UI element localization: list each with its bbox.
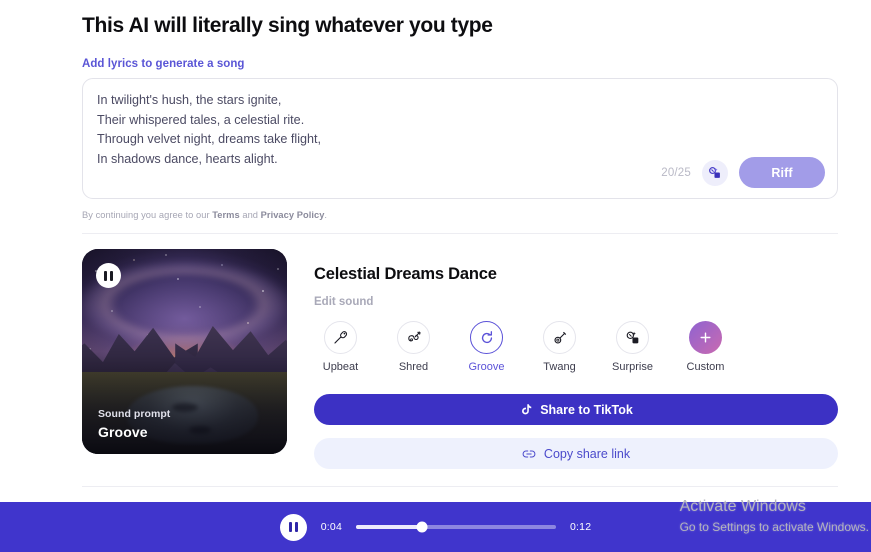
copy-button-label: Copy share link: [543, 446, 631, 461]
share-to-tiktok-button[interactable]: Share to TikTok: [314, 394, 838, 425]
album-artwork[interactable]: Sound prompt Groove: [82, 249, 287, 454]
sound-style-twang[interactable]: Twang: [533, 321, 586, 373]
sound-prompt-label: Sound prompt: [98, 408, 171, 420]
sound-style-label: Shred: [398, 361, 429, 373]
song-title: Celestial Dreams Dance: [314, 265, 497, 283]
riff-button[interactable]: Riff: [739, 157, 825, 188]
sound-style-upbeat[interactable]: Upbeat: [314, 321, 367, 373]
player-pause-button[interactable]: [279, 513, 307, 541]
section-divider: [82, 233, 838, 234]
sound-style-shred[interactable]: Shred: [387, 321, 440, 373]
character-counter: 20/25: [661, 166, 691, 179]
pause-icon-bar: [109, 270, 113, 281]
terms-link[interactable]: Terms: [212, 210, 239, 220]
share-button-label: Share to TikTok: [540, 402, 633, 417]
pause-icon-bar: [104, 270, 108, 281]
edit-sound-label: Edit sound: [314, 296, 374, 308]
electric-guitar-icon: [397, 321, 430, 354]
lyrics-input[interactable]: In twilight's hush, the stars ignite, Th…: [82, 78, 838, 199]
app-root: This AI will literally sing whatever you…: [0, 0, 871, 552]
player-progress-fill: [356, 525, 422, 529]
pause-icon-bar: [289, 522, 292, 532]
page-title: This AI will literally sing whatever you…: [82, 14, 493, 37]
player-controls: 0:04 0:12: [279, 513, 592, 541]
player-current-time: 0:04: [320, 521, 342, 533]
terms-suffix: .: [324, 210, 328, 220]
sound-prompt-value: Groove: [98, 424, 148, 440]
link-icon: [522, 447, 536, 461]
sound-style-groove[interactable]: Groove: [460, 321, 513, 373]
tiktok-icon: [519, 403, 532, 416]
lyrics-line: In twilight's hush, the stars ignite,: [97, 93, 282, 107]
sound-style-surprise[interactable]: Surprise: [606, 321, 659, 373]
magic-wand-icon[interactable]: [702, 159, 728, 186]
lyrics-line: Their whispered tales, a celestial rite.: [97, 112, 305, 127]
bottom-divider: [82, 486, 838, 487]
player-progress-track[interactable]: [356, 521, 556, 533]
terms-notice: By continuing you agree to our Terms and…: [82, 210, 838, 220]
terms-prefix: By continuing you agree to our: [82, 210, 213, 220]
refresh-circle-icon: [470, 321, 503, 354]
pause-icon-bar: [294, 522, 298, 532]
player-progress-knob[interactable]: [416, 521, 428, 533]
lyrics-footer: 20/25 Riff: [661, 157, 825, 188]
sound-style-label: Surprise: [612, 361, 653, 373]
lyrics-line: Through velvet night, dreams take flight…: [97, 132, 322, 147]
player-total-time: 0:12: [570, 521, 592, 533]
sound-style-label: Custom: [686, 361, 725, 373]
terms-middle: and: [239, 210, 261, 220]
banjo-icon: [543, 321, 576, 354]
microphone-icon: [324, 321, 357, 354]
artwork-pause-button[interactable]: [96, 263, 121, 288]
plus-icon: [689, 321, 722, 354]
audio-player-bar: 0:04 0:12: [0, 502, 871, 552]
sound-style-label: Groove: [468, 361, 505, 373]
magic-wand-icon: [616, 321, 649, 354]
result-section: Sound prompt Groove Celestial Dreams Dan…: [82, 249, 838, 469]
privacy-policy-link[interactable]: Privacy Policy: [261, 210, 325, 220]
copy-share-link-button[interactable]: Copy share link: [314, 438, 838, 469]
sound-style-label: Upbeat: [322, 361, 359, 373]
lyrics-section-label: Add lyrics to generate a song: [82, 58, 245, 70]
sound-style-custom[interactable]: Custom: [679, 321, 732, 373]
sound-style-list: Upbeat Shred Groove Twang Surprise Custo…: [314, 321, 838, 373]
artwork-caption: Sound prompt Groove: [98, 408, 170, 440]
sound-style-label: Twang: [543, 361, 576, 373]
song-detail: Celestial Dreams Dance Edit sound Upbeat…: [314, 249, 838, 469]
main-content: This AI will literally sing whatever you…: [82, 0, 838, 469]
